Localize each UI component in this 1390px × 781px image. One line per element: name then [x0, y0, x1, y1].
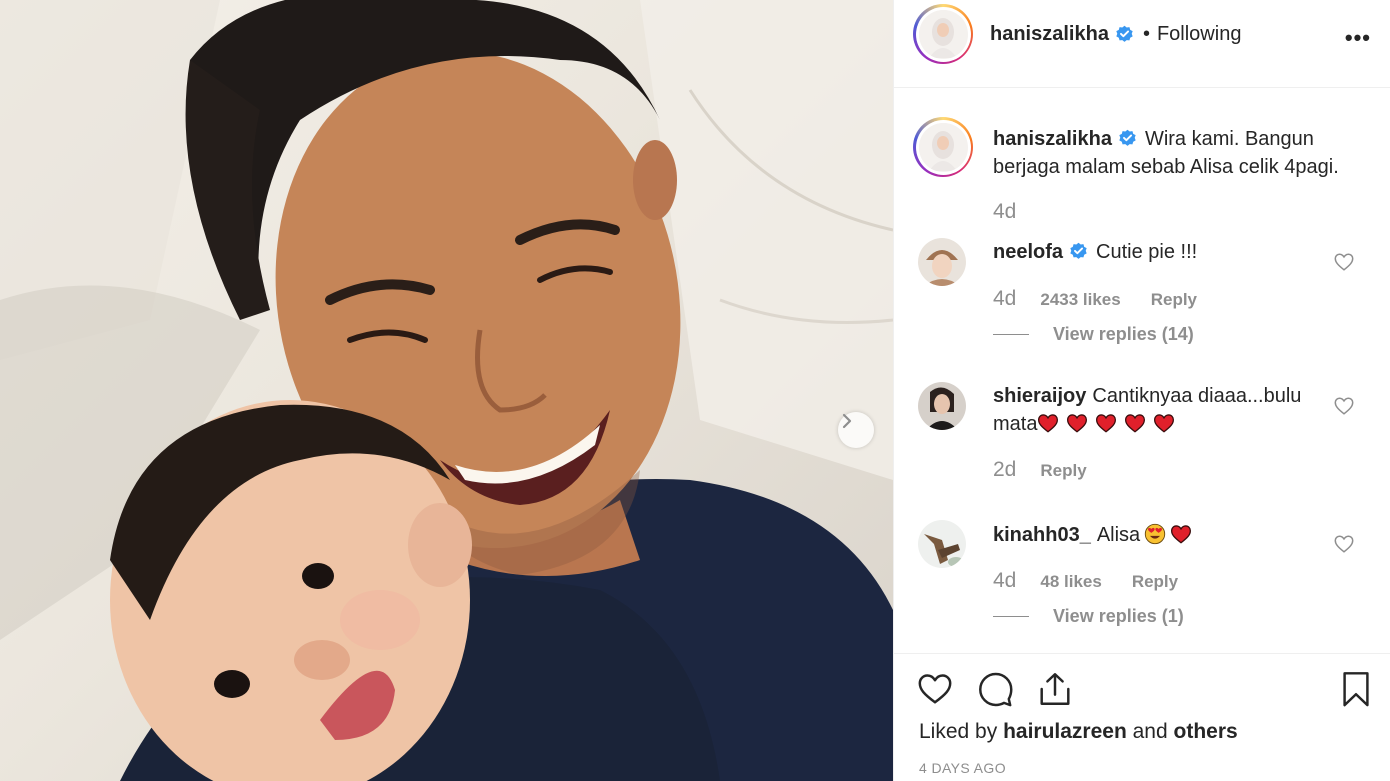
- heart-eyes-emoji: [1145, 523, 1166, 545]
- comment-like-heart-icon[interactable]: [1333, 533, 1355, 555]
- comment-likes[interactable]: 48 likes: [1040, 572, 1101, 592]
- comment-kinahh03: kinahh03_ Alisa: [993, 521, 1333, 549]
- comment-reply-button[interactable]: Reply: [1151, 290, 1197, 310]
- comment-reply-button[interactable]: Reply: [1040, 461, 1086, 481]
- comment-neelofa: neelofa Cutie pie !!!: [993, 238, 1333, 266]
- heart-outline-icon[interactable]: [916, 670, 954, 708]
- caption-avatar-image: [918, 122, 967, 171]
- next-photo-button[interactable]: [838, 412, 874, 448]
- kinahh03-avatar-image: [918, 520, 966, 568]
- liked-by-line: Liked by hairulazreen and others: [919, 720, 1238, 744]
- caption-time[interactable]: 4d: [993, 200, 1016, 224]
- verified-badge-icon: [1116, 25, 1133, 42]
- red-heart-emoji: [1067, 414, 1088, 433]
- red-heart-emoji: [1096, 414, 1117, 433]
- verified-badge-icon: [1119, 129, 1136, 146]
- liked-user-link[interactable]: hairulazreen: [1003, 720, 1127, 743]
- caption-meta: 4d: [993, 200, 1040, 224]
- comment-likes[interactable]: 2433 likes: [1040, 290, 1120, 310]
- comment-emoji-group: [1144, 523, 1199, 546]
- comment-meta: 2d Reply: [993, 458, 1087, 482]
- verified-badge-icon: [1070, 242, 1087, 259]
- author-username[interactable]: haniszalikha: [990, 23, 1109, 46]
- bookmark-icon[interactable]: [1337, 670, 1375, 708]
- comment-avatar-kinahh03[interactable]: [918, 520, 966, 568]
- comment-time[interactable]: 4d: [993, 287, 1016, 311]
- post-side-panel: haniszalikha • Following ••• haniszalikh…: [893, 0, 1390, 781]
- red-heart-emoji: [1038, 414, 1059, 433]
- share-icon[interactable]: [1036, 670, 1074, 708]
- post-header: haniszalikha • Following •••: [894, 0, 1390, 88]
- author-avatar[interactable]: [913, 4, 973, 64]
- header-title-row: haniszalikha • Following: [990, 23, 1241, 46]
- red-heart-emoji: [1171, 525, 1192, 544]
- liked-others-link[interactable]: others: [1174, 720, 1238, 743]
- post-photo[interactable]: [0, 0, 893, 781]
- caption-username[interactable]: haniszalikha: [993, 128, 1112, 150]
- liked-and: and: [1132, 720, 1168, 743]
- comment-username[interactable]: shieraijoy: [993, 385, 1086, 407]
- comment-avatar-neelofa[interactable]: [918, 238, 966, 286]
- caption-author-avatar[interactable]: [913, 117, 973, 177]
- neelofa-avatar-image: [918, 238, 966, 286]
- liked-prefix: Liked by: [919, 720, 998, 743]
- view-replies-label: View replies (14): [1053, 324, 1194, 344]
- comment-icon[interactable]: [976, 670, 1014, 708]
- comment-meta: 4d 2433 likes Reply: [993, 287, 1197, 311]
- view-replies-line: [993, 616, 1029, 617]
- following-button[interactable]: Following: [1157, 23, 1241, 46]
- comment-time[interactable]: 2d: [993, 458, 1016, 482]
- view-replies-button[interactable]: View replies (1): [993, 606, 1184, 627]
- author-avatar-image: [918, 9, 967, 58]
- comment-meta: 4d 48 likes Reply: [993, 569, 1178, 593]
- comment-time[interactable]: 4d: [993, 569, 1016, 593]
- comments-list[interactable]: haniszalikha Wira kami. Bangun berjaga ma…: [894, 88, 1390, 653]
- post-date[interactable]: 4 DAYS AGO: [919, 760, 1006, 776]
- caption: haniszalikha Wira kami. Bangun berjaga ma…: [993, 125, 1373, 181]
- photo-illustration: [0, 0, 893, 781]
- comment-like-heart-icon[interactable]: [1333, 395, 1355, 417]
- comment-username[interactable]: neelofa: [993, 241, 1063, 263]
- red-heart-emoji: [1154, 414, 1175, 433]
- red-heart-emoji: [1125, 414, 1146, 433]
- next-arrow-icon: [842, 413, 852, 429]
- header-separator: •: [1142, 23, 1150, 45]
- more-options-icon[interactable]: •••: [1345, 25, 1371, 51]
- comment-reply-button[interactable]: Reply: [1132, 572, 1178, 592]
- comment-emoji-group: [1037, 413, 1182, 435]
- view-replies-button[interactable]: View replies (14): [993, 324, 1194, 345]
- view-replies-label: View replies (1): [1053, 606, 1184, 626]
- comment-text: Alisa: [1096, 524, 1141, 546]
- shieraijoy-avatar-image: [918, 382, 966, 430]
- comment-avatar-shieraijoy[interactable]: [918, 382, 966, 430]
- comment-text: Cutie pie !!!: [1096, 241, 1198, 263]
- comment-like-heart-icon[interactable]: [1333, 251, 1355, 273]
- comment-username[interactable]: kinahh03_: [993, 524, 1091, 546]
- view-replies-line: [993, 334, 1029, 335]
- comment-shieraijoy: shieraijoy Cantiknyaa diaaa...bulu mata: [993, 382, 1323, 438]
